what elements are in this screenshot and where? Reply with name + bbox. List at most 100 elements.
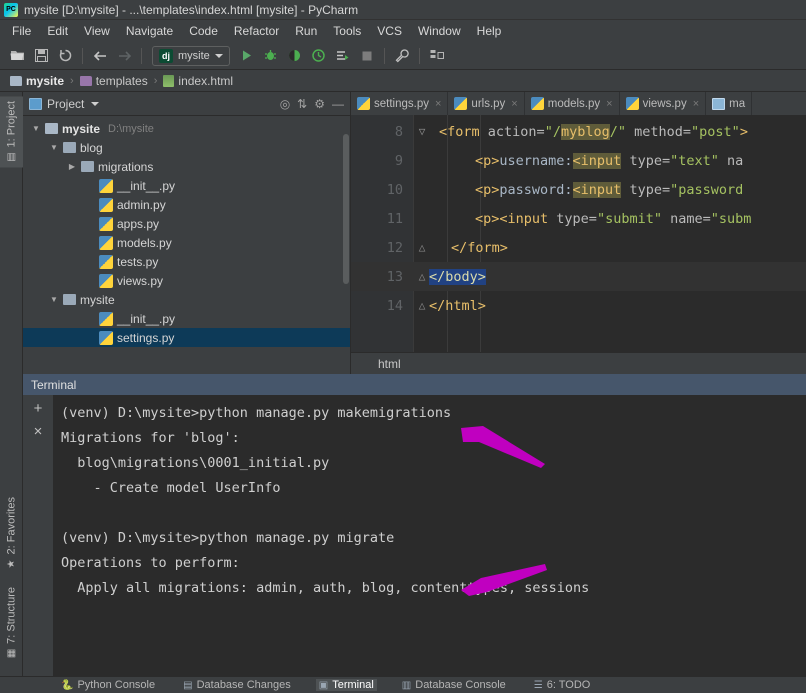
menu-help[interactable]: Help (469, 22, 510, 40)
project-structure-icon[interactable] (426, 45, 448, 67)
tab-table[interactable]: ma (706, 92, 753, 115)
close-icon[interactable]: × (511, 98, 517, 110)
save-icon[interactable] (30, 45, 52, 67)
profile-icon[interactable] (308, 45, 330, 67)
open-folder-icon[interactable] (6, 45, 28, 67)
tree-row[interactable]: __init__.py (23, 176, 350, 195)
new-session-icon[interactable]: + (34, 401, 43, 416)
breadcrumb-label-1: templates (95, 73, 148, 88)
database-console-icon: ▥ (401, 679, 412, 691)
project-tree[interactable]: ▼ mysite D:\mysite ▼ blog ▶ migrations _… (23, 116, 350, 374)
workspace: ▤ 1: Project ★ 2: Favorites ▦ 7: Structu… (0, 92, 806, 676)
close-session-icon[interactable]: × (34, 424, 43, 439)
chevron-down-icon[interactable] (91, 101, 100, 106)
tree-row[interactable]: views.py (23, 271, 350, 290)
editor-tab-strip: settings.py × urls.py × models.py × view… (351, 92, 806, 115)
menu-view[interactable]: View (76, 22, 118, 40)
tree-row[interactable]: __init__.py (23, 309, 350, 328)
tab-views-py[interactable]: views.py × (620, 92, 707, 115)
gear-icon[interactable]: ⚙ (314, 97, 325, 111)
run-task-icon[interactable] (332, 45, 354, 67)
expand-collapse-icon[interactable]: ⇅ (297, 97, 307, 111)
fold-marker-icon[interactable]: △ (415, 241, 429, 254)
code-text: </body> (429, 268, 486, 285)
menu-tools[interactable]: Tools (325, 22, 369, 40)
breadcrumb-item-mysite[interactable]: mysite (6, 73, 68, 89)
wrench-settings-icon[interactable] (391, 45, 413, 67)
run-with-coverage-icon[interactable] (284, 45, 306, 67)
status-todo[interactable]: ☰ 6: TODO (531, 679, 594, 691)
debug-icon[interactable] (260, 45, 282, 67)
code-text: <p>username:<input type="text" na (475, 152, 744, 169)
html-file-icon (163, 74, 175, 87)
tree-row[interactable]: ▼ mysite (23, 290, 350, 309)
project-panel-header: Project ◎ ⇅ ⚙ — (23, 92, 350, 116)
module-folder-icon (81, 161, 94, 172)
menu-vcs[interactable]: VCS (369, 22, 410, 40)
close-icon[interactable]: × (435, 98, 441, 110)
navigate-back-icon[interactable] (89, 45, 111, 67)
close-icon[interactable]: × (693, 98, 699, 110)
tree-row[interactable]: models.py (23, 233, 350, 252)
disclosure-triangle-icon[interactable]: ▼ (31, 124, 41, 133)
tree-row[interactable]: tests.py (23, 252, 350, 271)
status-database-changes[interactable]: ▤ Database Changes (180, 679, 294, 691)
sync-icon[interactable] (54, 45, 76, 67)
menu-code[interactable]: Code (181, 22, 226, 40)
line-number: 13 (386, 268, 403, 285)
run-configuration-name: mysite (178, 49, 210, 62)
menu-refactor[interactable]: Refactor (226, 22, 287, 40)
minimize-icon[interactable]: — (332, 97, 344, 111)
run-icon[interactable] (236, 45, 258, 67)
tree-row[interactable]: ▶ migrations (23, 157, 350, 176)
status-database-console[interactable]: ▥ Database Console (399, 679, 509, 691)
menu-run[interactable]: Run (287, 22, 325, 40)
editor-area: settings.py × urls.py × models.py × view… (351, 92, 806, 374)
tree-label: tests.py (117, 254, 159, 269)
sidebar-item-project[interactable]: ▤ 1: Project (0, 96, 23, 168)
menu-edit[interactable]: Edit (39, 22, 76, 40)
status-label: Terminal (332, 679, 374, 691)
tree-row[interactable]: apps.py (23, 214, 350, 233)
tree-row-selected[interactable]: settings.py (23, 328, 350, 347)
disclosure-triangle-icon[interactable]: ▼ (49, 143, 59, 152)
toolbar-divider-4 (418, 47, 420, 64)
fold-marker-icon[interactable]: ▽ (415, 125, 429, 138)
tree-row[interactable]: admin.py (23, 195, 350, 214)
editor-breadcrumb-label[interactable]: html (378, 357, 401, 371)
code-line: 8 ▽ <form action="/myblog/" method="post… (351, 117, 806, 146)
menu-navigate[interactable]: Navigate (118, 22, 181, 40)
breadcrumb-item-index-html[interactable]: index.html (159, 73, 237, 89)
code-line: 10 <p>password:<input type="password (351, 175, 806, 204)
collapse-target-icon[interactable]: ◎ (280, 97, 290, 111)
sidebar-item-structure[interactable]: ▦ 7: Structure (0, 582, 23, 664)
terminal-side-toolbar: + × (23, 395, 53, 676)
tab-urls-py[interactable]: urls.py × (448, 92, 525, 115)
disclosure-triangle-icon[interactable]: ▼ (49, 295, 59, 304)
tree-row[interactable]: ▼ mysite D:\mysite (23, 119, 350, 138)
breadcrumb-item-templates[interactable]: templates (76, 73, 152, 89)
status-terminal[interactable]: ▣ Terminal (315, 679, 377, 691)
run-configuration-selector[interactable]: dj mysite (152, 45, 230, 66)
terminal-header: Terminal (23, 374, 806, 395)
folder-icon (45, 123, 58, 134)
line-number: 14 (386, 297, 403, 314)
fold-marker-icon[interactable]: △ (415, 299, 429, 312)
line-number: 8 (394, 123, 403, 140)
fold-marker-icon[interactable]: △ (415, 270, 429, 283)
tab-settings-py[interactable]: settings.py × (351, 92, 449, 115)
code-editor[interactable]: 8 ▽ <form action="/myblog/" method="post… (351, 115, 806, 352)
project-tree-scrollbar[interactable] (343, 134, 349, 284)
disclosure-triangle-icon[interactable]: ▶ (67, 162, 77, 171)
terminal-output[interactable]: (venv) D:\mysite>python manage.py makemi… (53, 395, 806, 676)
tree-row[interactable]: ▼ blog (23, 138, 350, 157)
tab-models-py[interactable]: models.py × (525, 92, 620, 115)
code-text: </html> (429, 297, 486, 314)
editor-breadcrumb: html (351, 352, 806, 374)
status-python-console[interactable]: 🐍 Python Console (58, 679, 158, 691)
close-icon[interactable]: × (606, 98, 612, 110)
menu-window[interactable]: Window (410, 22, 469, 40)
menu-file[interactable]: File (4, 22, 39, 40)
python-file-icon (530, 97, 544, 110)
sidebar-item-favorites[interactable]: ★ 2: Favorites (0, 492, 23, 574)
